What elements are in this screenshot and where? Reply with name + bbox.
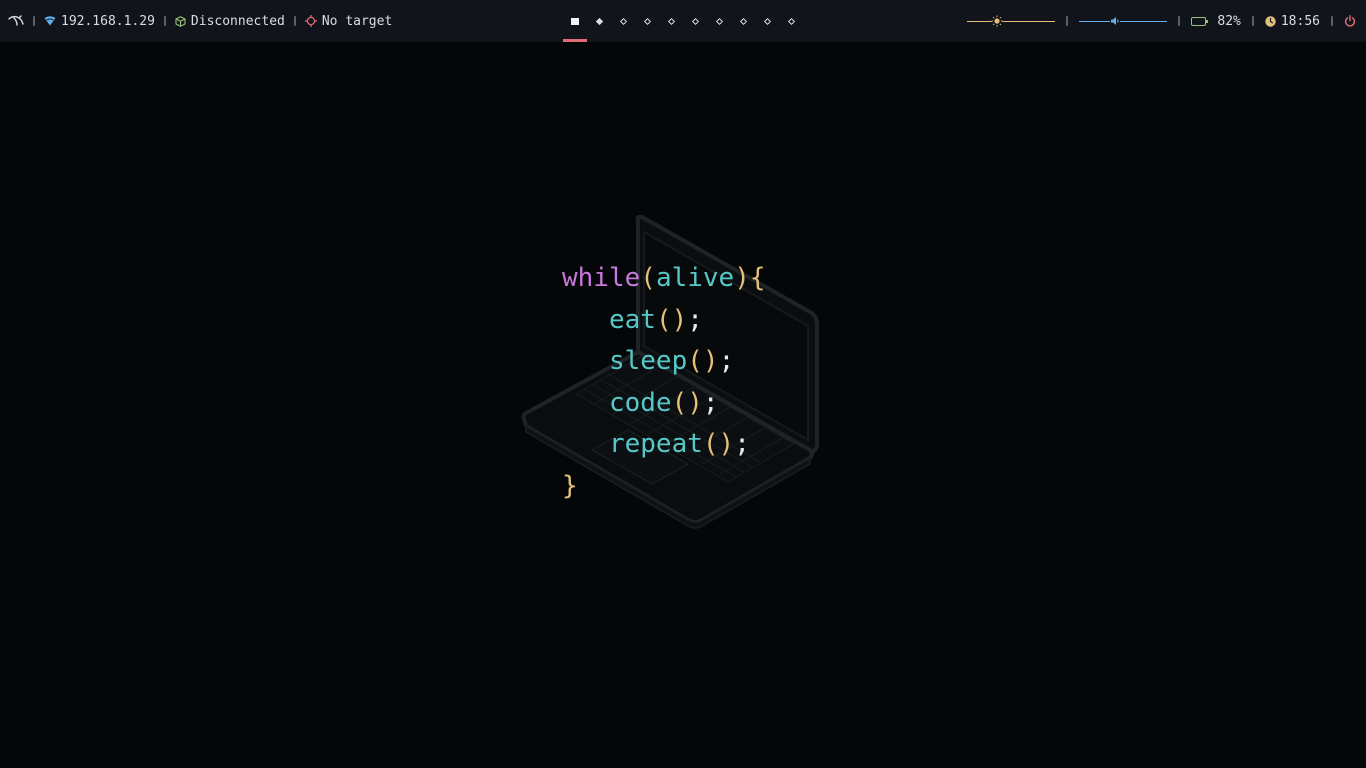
code-semicolon: ; [702,387,719,418]
battery-icon [1191,16,1209,26]
ip-address-text: 192.168.1.29 [61,13,155,29]
separator [1331,16,1333,26]
target-text: No target [321,13,393,29]
battery-module[interactable]: 82% [1191,13,1241,29]
code-open-brace: { [749,263,766,293]
separator [163,16,166,26]
workspace-10[interactable] [779,0,803,42]
empty-workspace-diamond-icon [715,17,723,25]
battery-percent-text: 82% [1217,13,1241,29]
code-line-6: } [562,466,766,508]
code-parens: () [702,429,735,459]
brightness-track [967,20,1056,22]
vpn-status-text: Disconnected [190,13,285,29]
wifi-icon [44,16,56,26]
sun-icon[interactable] [991,15,1003,27]
separator [1251,16,1254,26]
workspace-7[interactable] [707,0,731,42]
code-close-brace: } [562,470,578,501]
empty-workspace-diamond-icon [691,17,699,25]
workspace-1[interactable] [563,0,587,42]
code-line-3: sleep(); [562,341,766,383]
code-semicolon: ; [734,429,750,459]
workspace-6[interactable] [683,0,707,42]
code-close-paren: ) [734,263,750,293]
speaker-icon[interactable] [1109,15,1121,27]
volume-track [1079,20,1168,22]
wallpaper-code-text: while(alive){ eat(); sleep(); code(); re… [562,258,766,507]
separator [33,16,35,26]
network-module[interactable]: 192.168.1.29 [44,14,155,29]
code-function: repeat [608,429,703,459]
code-parens: () [655,304,688,335]
code-function: eat [608,304,656,335]
separator [1066,16,1069,26]
empty-workspace-diamond-icon [787,17,795,25]
separator [1178,16,1181,26]
active-workspace-square-icon [571,17,579,25]
workspace-3[interactable] [611,0,635,42]
vpn-module[interactable]: Disconnected [175,14,285,29]
code-line-4: code(); [562,383,766,425]
clock-text: 18:56 [1280,13,1320,29]
empty-workspace-diamond-icon [667,17,675,25]
empty-workspace-diamond-icon [643,17,651,25]
code-semicolon: ; [718,346,735,376]
workspace-switcher [563,0,803,42]
bar-left-section: 192.168.1.29 Disconnected No target [8,0,392,42]
clock-module[interactable]: 18:56 [1265,14,1320,29]
code-semicolon: ; [687,304,703,335]
workspace-2[interactable] [587,0,611,42]
code-parens: () [687,346,719,376]
brightness-slider[interactable] [967,15,1056,27]
occupied-workspace-diamond-icon [595,17,603,25]
code-line-5: repeat(); [562,424,766,466]
bar-right-section: 82% 18:56 [967,0,1356,42]
volume-slider[interactable] [1079,15,1168,27]
code-line-1: while(alive){ [562,258,766,300]
separator [293,16,296,26]
empty-workspace-diamond-icon [619,17,627,25]
workspace-8[interactable] [731,0,755,42]
crosshair-icon [304,15,317,27]
code-keyword: while [562,263,641,293]
workspace-4[interactable] [635,0,659,42]
code-parens: () [671,387,703,418]
target-module[interactable]: No target [304,13,393,29]
code-function: code [608,387,672,418]
empty-workspace-diamond-icon [739,17,747,25]
kali-dragon-icon[interactable] [8,15,24,27]
code-line-2: eat(); [562,300,766,342]
cube-icon [175,15,186,27]
empty-workspace-diamond-icon [763,17,771,25]
workspace-5[interactable] [659,0,683,42]
code-argument: alive [655,263,735,293]
workspace-9[interactable] [755,0,779,42]
code-function: sleep [608,346,688,376]
clock-icon [1265,15,1276,27]
power-icon[interactable] [1344,15,1356,27]
top-bar: 192.168.1.29 Disconnected No target 82% … [0,0,1366,42]
code-open-paren: ( [640,263,656,293]
